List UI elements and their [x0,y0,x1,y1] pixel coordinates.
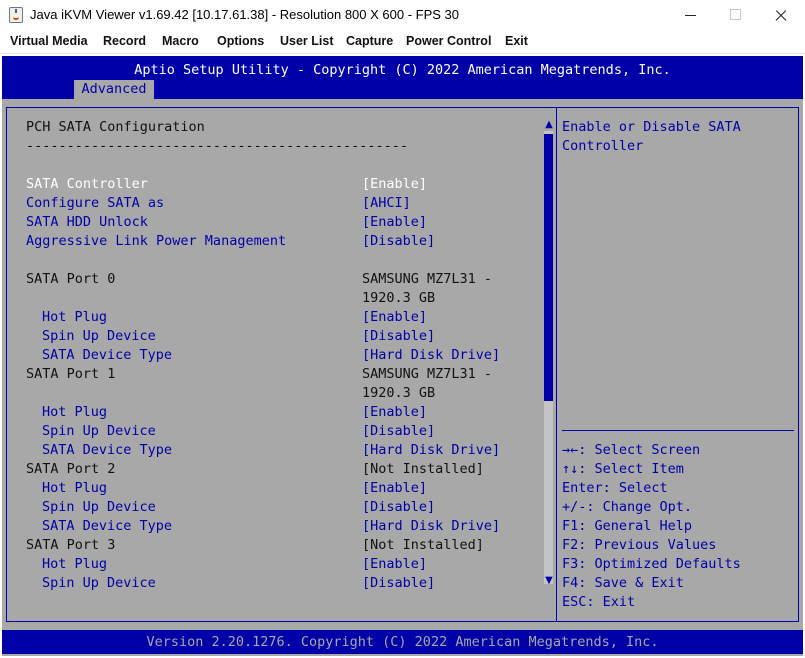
menubar: Virtual Media Record Macro Options User … [0,30,805,54]
menu-macro[interactable]: Macro [162,34,199,48]
key-hint-general-help: F1: General Help [562,518,693,534]
port-0-device-type-label[interactable]: SATA Device Type [42,346,172,365]
menu-virtual-media[interactable]: Virtual Media [10,34,88,48]
panel-divider [556,107,557,622]
menu-capture[interactable]: Capture [346,34,393,48]
port-2-device-type-value[interactable]: [Hard Disk Drive] [362,517,500,536]
key-hint-previous-values: F2: Previous Values [562,537,717,553]
sata-port-0-status: SAMSUNG MZ7L31 - [362,271,493,287]
menu-exit[interactable]: Exit [505,34,528,48]
sata-port-3-label: SATA Port 3 [26,537,116,553]
close-button[interactable] [758,0,804,30]
scroll-up-arrow-icon[interactable]: ▲ [543,119,555,131]
port-0-hot-plug-label[interactable]: Hot Plug [42,308,107,327]
tab-advanced[interactable]: Advanced [74,80,154,99]
port-0-hot-plug-value[interactable]: [Enable] [362,308,427,327]
setting-configure-sata-label[interactable]: Configure SATA as [26,194,164,213]
bios-version-footer: Version 2.20.1276. Copyright (C) 2022 Am… [146,634,659,650]
menu-user-list[interactable]: User List [280,34,334,48]
setting-configure-sata-value[interactable]: [AHCI] [362,194,411,213]
key-hint-save-exit: F4: Save & Exit [562,575,684,591]
port-2-spin-up-label[interactable]: Spin Up Device [42,498,156,517]
sata-port-0-label: SATA Port 0 [26,271,116,287]
port-2-hot-plug-label[interactable]: Hot Plug [42,479,107,498]
sata-port-0-capacity: 1920.3 GB [362,290,436,306]
key-hint-change-opt: +/-: Change Opt. [562,499,693,515]
port-2-spin-up-value[interactable]: [Disable] [362,498,435,517]
key-hint-enter: Enter: Select [562,480,668,496]
setting-alpm-label[interactable]: Aggressive Link Power Management [26,232,286,251]
sata-port-2-status: [Not Installed] [362,461,484,477]
key-hint-optimized-defaults: F3: Optimized Defaults [562,556,741,572]
window-titlebar: Java iKVM Viewer v1.69.42 [10.17.61.38] … [0,0,805,30]
port-3-hot-plug-label[interactable]: Hot Plug [42,555,107,574]
bios-header: Aptio Setup Utility - Copyright (C) 2022… [2,56,803,99]
port-3-spin-up-label[interactable]: Spin Up Device [42,574,156,593]
port-0-spin-up-label[interactable]: Spin Up Device [42,327,156,346]
sata-port-1-capacity: 1920.3 GB [362,385,436,401]
key-hint-select-item: ↑↓: Select Item [562,461,684,477]
minimize-button[interactable] [668,0,714,30]
java-app-icon [9,7,23,23]
menu-options[interactable]: Options [217,34,264,48]
port-1-device-type-value[interactable]: [Hard Disk Drive] [362,441,500,460]
sata-port-3-status: [Not Installed] [362,537,484,553]
setting-hdd-unlock-label[interactable]: SATA HDD Unlock [26,213,148,232]
window-title: Java iKVM Viewer v1.69.42 [10.17.61.38] … [30,7,460,22]
port-3-hot-plug-value[interactable]: [Enable] [362,555,427,574]
port-1-spin-up-value[interactable]: [Disable] [362,422,435,441]
menu-record[interactable]: Record [103,34,146,48]
port-0-spin-up-value[interactable]: [Disable] [362,327,435,346]
sata-port-1-label: SATA Port 1 [26,366,116,382]
maximize-button[interactable] [713,0,759,30]
port-2-hot-plug-value[interactable]: [Enable] [362,479,427,498]
sata-port-2-label: SATA Port 2 [26,461,116,477]
bios-title: Aptio Setup Utility - Copyright (C) 2022… [134,62,671,78]
port-2-device-type-label[interactable]: SATA Device Type [42,517,172,536]
setting-hdd-unlock-value[interactable]: [Enable] [362,213,427,232]
key-hint-select-screen: →←: Select Screen [562,442,701,458]
key-hint-esc-exit: ESC: Exit [562,594,636,610]
port-3-spin-up-value[interactable]: [Disable] [362,574,435,593]
port-1-hot-plug-value[interactable]: [Enable] [362,403,427,422]
scrollbar-thumb[interactable] [544,134,553,401]
setting-alpm-value[interactable]: [Disable] [362,232,435,251]
scroll-down-arrow-icon[interactable]: ▼ [543,575,555,587]
port-1-spin-up-label[interactable]: Spin Up Device [42,422,156,441]
port-1-hot-plug-label[interactable]: Hot Plug [42,403,107,422]
port-1-device-type-label[interactable]: SATA Device Type [42,441,172,460]
setting-sata-controller-value[interactable]: [Enable] [362,175,427,194]
sata-port-1-status: SAMSUNG MZ7L31 - [362,366,493,382]
help-text-line-1: Enable or Disable SATA [562,119,741,135]
bios-footer: Version 2.20.1276. Copyright (C) 2022 Am… [2,630,803,654]
menu-power-control[interactable]: Power Control [406,34,491,48]
help-separator [562,430,794,431]
setting-sata-controller-label[interactable]: SATA Controller [26,175,148,194]
kvm-screen[interactable]: Aptio Setup Utility - Copyright (C) 2022… [2,56,803,656]
section-separator: ----------------------------------------… [26,138,409,154]
port-0-device-type-value[interactable]: [Hard Disk Drive] [362,346,500,365]
help-text-line-2: Controller [562,138,644,154]
section-title: PCH SATA Configuration [26,119,205,135]
